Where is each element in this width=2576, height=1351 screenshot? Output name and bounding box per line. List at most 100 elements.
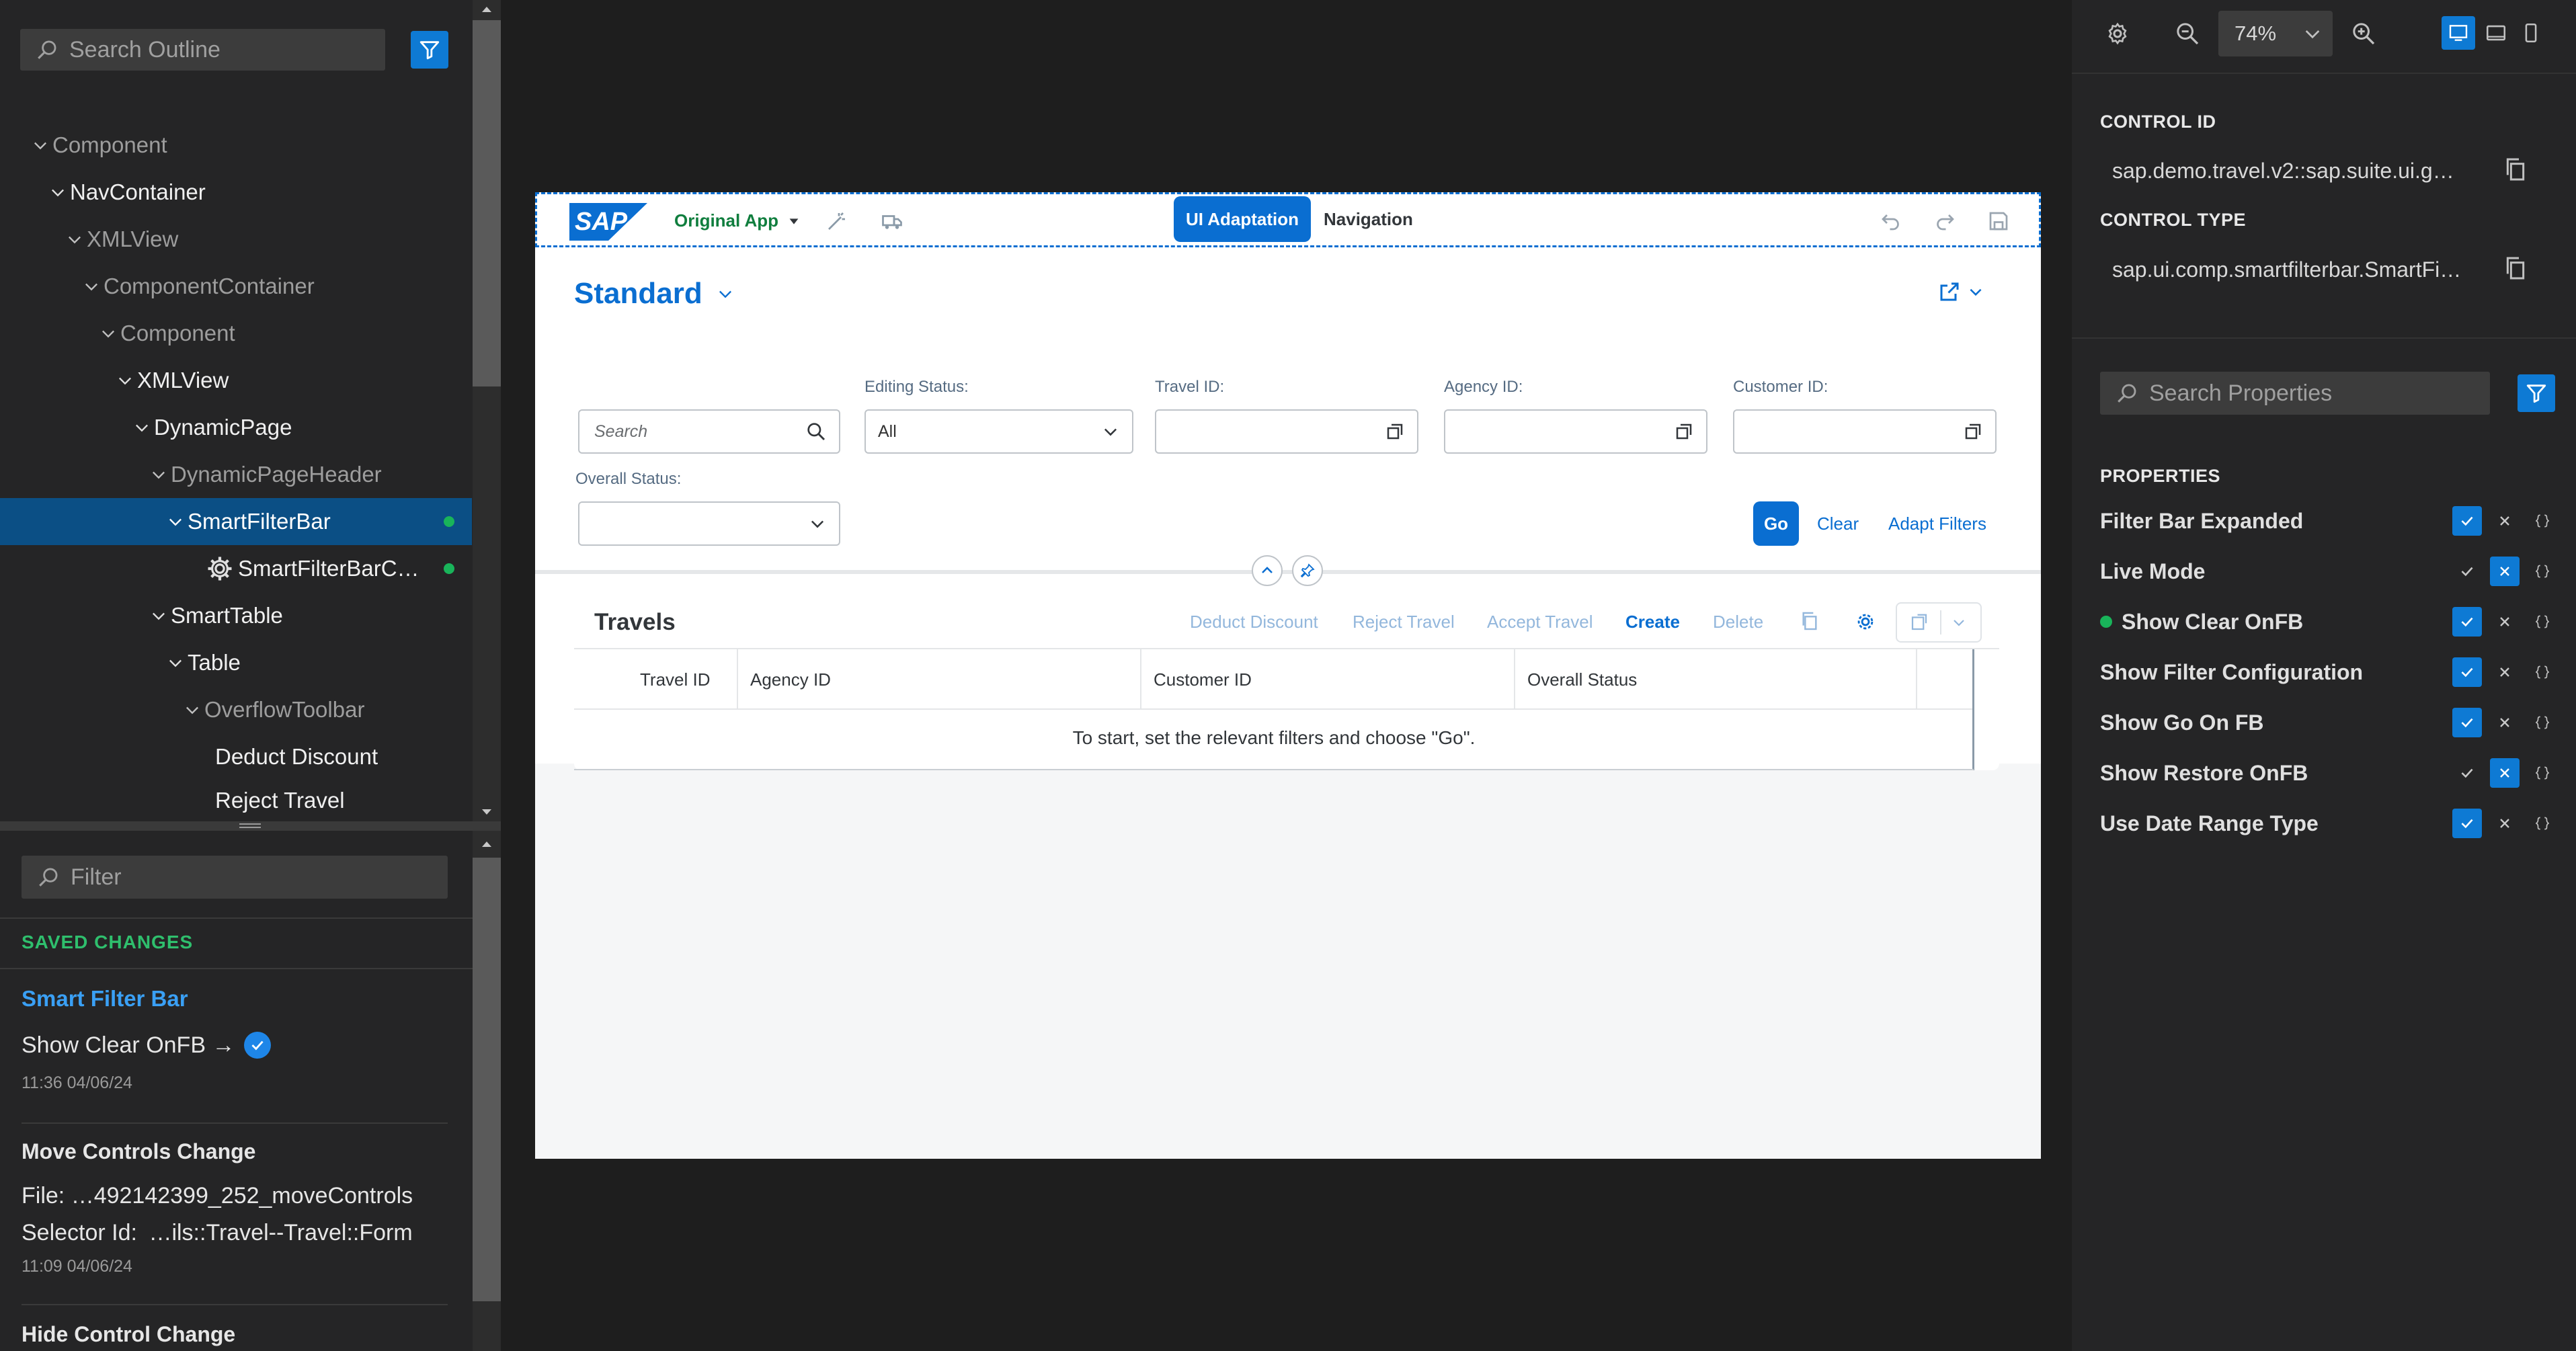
changes-scrollbar[interactable]	[473, 831, 501, 1351]
editing-status-select[interactable]: All	[864, 409, 1133, 454]
collapse-header-button[interactable]	[1252, 555, 1283, 586]
navigation-mode-button[interactable]: Navigation	[1324, 209, 1413, 230]
tree-item[interactable]: ComponentContainer	[0, 263, 472, 310]
magic-wand-icon[interactable]	[825, 209, 849, 233]
tree-item[interactable]: DynamicPage	[0, 404, 472, 451]
true-toggle-icon[interactable]	[2452, 809, 2482, 838]
copy-icon[interactable]	[1799, 610, 1820, 632]
app-menu-button[interactable]: Original App	[674, 210, 801, 231]
scroll-up-icon[interactable]	[479, 1, 495, 17]
outline-scrollbar[interactable]	[473, 0, 501, 821]
gear-icon[interactable]	[2104, 20, 2131, 47]
reject-travel-button[interactable]: Reject Travel	[1353, 612, 1455, 632]
share-menu-button[interactable]	[1937, 280, 1984, 304]
tree-item[interactable]: Table	[0, 639, 472, 686]
settings-icon[interactable]	[1854, 610, 1877, 633]
agency-id-input[interactable]	[1444, 409, 1707, 454]
false-toggle-icon[interactable]	[2490, 607, 2520, 637]
outline-filter-button[interactable]	[411, 31, 448, 69]
properties-filter-button[interactable]	[2518, 374, 2555, 412]
scroll-up-icon[interactable]	[479, 836, 495, 852]
changes-scroll-thumb[interactable]	[473, 858, 501, 1301]
delete-button[interactable]: Delete	[1713, 612, 1763, 632]
accept-travel-button[interactable]: Accept Travel	[1487, 612, 1593, 632]
tree-item[interactable]: DynamicPageHeader	[0, 451, 472, 498]
tree-item[interactable]: Component	[0, 122, 472, 169]
outline-scroll-thumb[interactable]	[473, 20, 501, 386]
value-help-icon[interactable]	[1674, 421, 1694, 442]
copy-icon[interactable]	[2502, 156, 2529, 183]
outline-search-input[interactable]: Search Outline	[20, 29, 385, 71]
change-entry[interactable]: Show Clear OnFB → 11:36 04/06/24	[22, 1032, 446, 1093]
expression-icon[interactable]	[2528, 557, 2557, 586]
deduct-discount-button[interactable]: Deduct Discount	[1190, 612, 1318, 632]
expression-icon[interactable]	[2528, 758, 2557, 788]
changes-filter-input[interactable]: Filter	[22, 856, 448, 899]
expression-icon[interactable]	[2528, 809, 2557, 838]
expression-icon[interactable]	[2528, 657, 2557, 687]
redo-icon[interactable]	[1933, 209, 1957, 233]
zoom-in-icon[interactable]	[2350, 20, 2377, 47]
desktop-view-button[interactable]	[2442, 16, 2475, 50]
truck-icon[interactable]	[880, 209, 904, 233]
customer-id-input[interactable]	[1733, 409, 1997, 454]
pin-header-button[interactable]	[1292, 555, 1323, 586]
value-help-icon[interactable]	[1963, 421, 1983, 442]
phone-icon[interactable]	[2520, 22, 2542, 44]
save-icon[interactable]	[1986, 209, 2011, 233]
true-toggle-icon[interactable]	[2452, 708, 2482, 737]
copy-icon[interactable]	[2502, 255, 2529, 282]
clear-button[interactable]: Clear	[1817, 514, 1859, 534]
tree-item[interactable]: XMLView	[0, 357, 472, 404]
tree-item-selected[interactable]: SmartFilterBar	[0, 498, 472, 545]
value-help-icon[interactable]	[1385, 421, 1405, 442]
zoom-select[interactable]: 74%	[2218, 11, 2333, 56]
shell-bar[interactable]: SAP Original App UI Adaptation Navigatio…	[535, 192, 2041, 247]
false-toggle-icon[interactable]	[2490, 506, 2520, 536]
zoom-out-icon[interactable]	[2174, 20, 2201, 47]
tree-item[interactable]: OverflowToolbar	[0, 686, 472, 733]
expression-icon[interactable]	[2528, 607, 2557, 637]
undo-icon[interactable]	[1879, 209, 1903, 233]
change-entry-title[interactable]: Hide Control Change	[22, 1322, 235, 1347]
export-menu-button[interactable]	[1896, 602, 1982, 643]
tree-item[interactable]: NavContainer	[0, 169, 472, 216]
true-toggle-icon[interactable]	[2452, 758, 2482, 788]
basic-search-field[interactable]: Search	[578, 409, 840, 454]
chevron-down-icon	[153, 612, 165, 620]
panel-splitter[interactable]	[0, 821, 501, 831]
tree-item[interactable]: SmartFilterBarC…	[0, 545, 472, 592]
false-toggle-icon[interactable]	[2490, 657, 2520, 687]
travel-id-input[interactable]	[1155, 409, 1418, 454]
search-icon[interactable]	[805, 421, 827, 442]
change-entry[interactable]: Move Controls Change File: …492142399_25…	[22, 1139, 446, 1276]
tree-item[interactable]: Component	[0, 310, 472, 357]
column-header-travel-id[interactable]: Travel ID	[640, 669, 711, 690]
column-header-overall-status[interactable]: Overall Status	[1527, 669, 1637, 690]
true-toggle-icon[interactable]	[2452, 557, 2482, 586]
tree-item[interactable]: XMLView	[0, 216, 472, 263]
tablet-icon[interactable]	[2485, 22, 2507, 44]
false-toggle-icon[interactable]	[2490, 708, 2520, 737]
true-toggle-icon[interactable]	[2452, 506, 2482, 536]
tree-item[interactable]: SmartTable	[0, 592, 472, 639]
true-toggle-icon[interactable]	[2452, 657, 2482, 687]
create-button[interactable]: Create	[1625, 612, 1680, 632]
column-header-agency-id[interactable]: Agency ID	[750, 669, 831, 690]
expression-icon[interactable]	[2528, 506, 2557, 536]
ui-adaptation-button[interactable]: UI Adaptation	[1174, 196, 1311, 242]
overall-status-select[interactable]	[578, 501, 840, 546]
true-toggle-icon[interactable]	[2452, 607, 2482, 637]
go-button[interactable]: Go	[1753, 501, 1799, 546]
scroll-down-icon[interactable]	[479, 804, 495, 820]
properties-search-input[interactable]: Search Properties	[2100, 372, 2490, 415]
false-toggle-icon[interactable]	[2490, 809, 2520, 838]
false-toggle-icon[interactable]	[2490, 758, 2520, 788]
false-toggle-icon[interactable]	[2490, 557, 2520, 586]
tree-item[interactable]: Reject Travel	[0, 780, 472, 821]
expression-icon[interactable]	[2528, 708, 2557, 737]
tree-item[interactable]: Deduct Discount	[0, 733, 472, 780]
variant-management[interactable]: Standard	[574, 277, 735, 311]
column-header-customer-id[interactable]: Customer ID	[1154, 669, 1252, 690]
adapt-filters-button[interactable]: Adapt Filters	[1888, 514, 1986, 534]
